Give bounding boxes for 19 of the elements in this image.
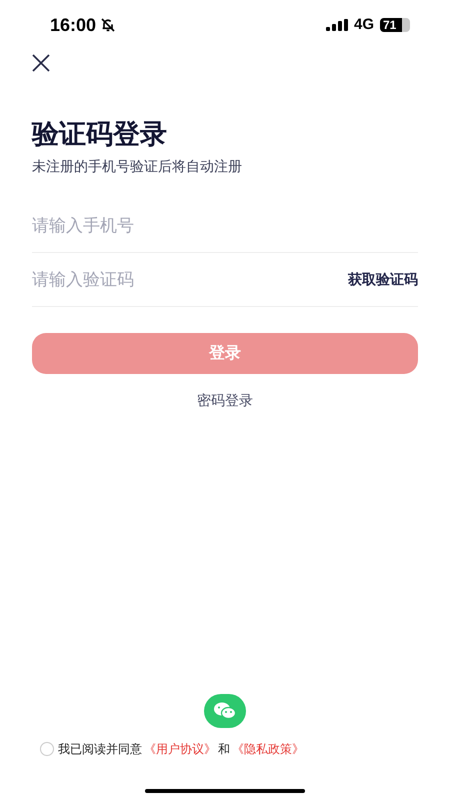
wechat-login-button[interactable]	[204, 694, 246, 728]
agreement-checkbox[interactable]	[40, 742, 54, 756]
privacy-policy-link[interactable]: 《隐私政策》	[232, 740, 304, 758]
network-label: 4G	[354, 14, 374, 35]
page-title: 验证码登录	[32, 118, 168, 151]
battery-indicator: 71	[380, 18, 410, 32]
bell-off-icon	[100, 17, 116, 33]
close-icon[interactable]	[32, 54, 50, 72]
agreement-text: 我已阅读并同意	[58, 741, 142, 758]
signal-icon	[326, 19, 348, 31]
get-code-link[interactable]: 获取验证码	[348, 269, 418, 290]
status-time: 16:00	[50, 14, 96, 36]
chat-bubbles-icon	[213, 701, 237, 721]
password-login-link[interactable]: 密码登录	[197, 390, 253, 411]
user-agreement-link[interactable]: 《用户协议》	[144, 740, 216, 758]
input-field[interactable]: 请输入验证码	[32, 266, 348, 292]
agreement-joiner: 和	[218, 741, 230, 758]
input-field[interactable]: 请输入手机号	[32, 212, 418, 238]
page-subtitle: 未注册的手机号验证后将自动注册	[32, 157, 243, 176]
